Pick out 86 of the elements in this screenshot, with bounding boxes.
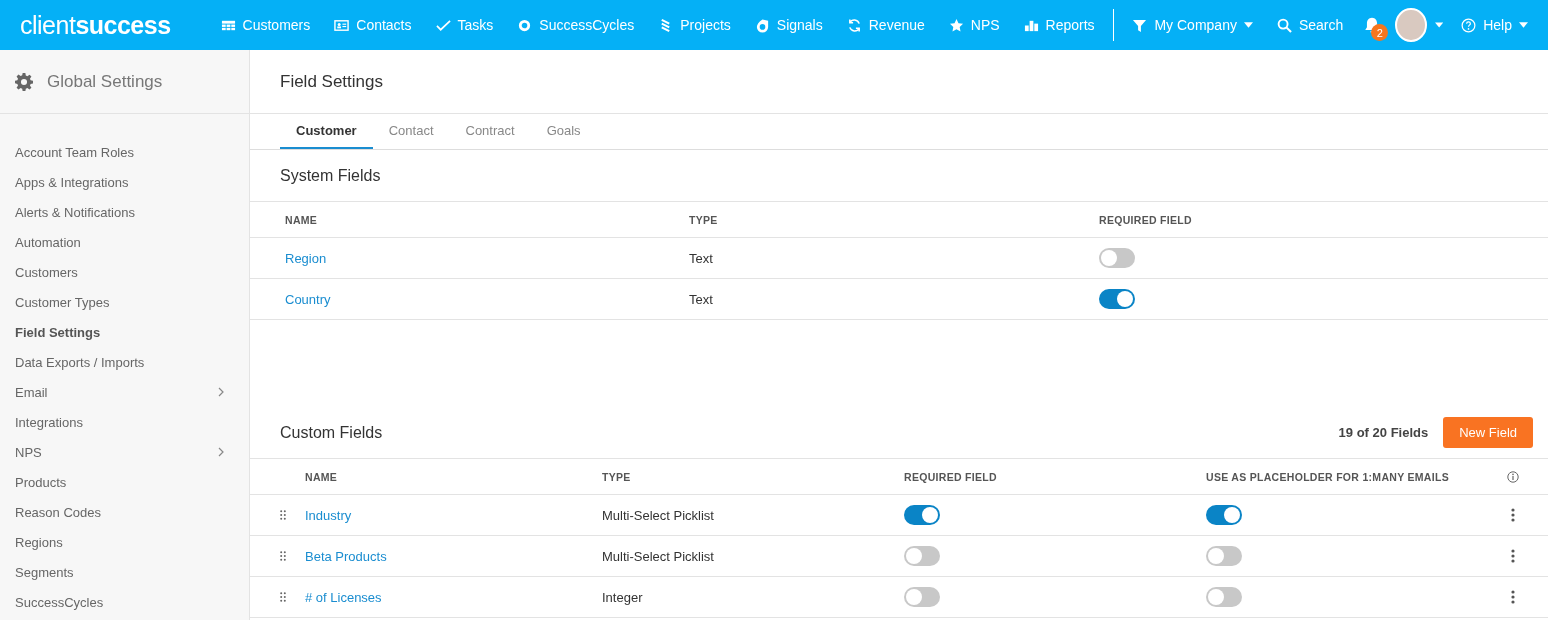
info-icon[interactable] — [1507, 470, 1519, 483]
field-type: Multi-Select Picklist — [602, 548, 715, 564]
field-name-link[interactable]: Country — [285, 291, 689, 307]
star-icon — [948, 17, 964, 33]
nav-link[interactable]: Contacts — [322, 17, 424, 33]
sidebar-item[interactable]: Segments — [0, 557, 249, 587]
help-menu[interactable]: Help — [1449, 17, 1528, 33]
tab[interactable]: Goals — [530, 114, 597, 149]
column-header: TYPE — [689, 213, 719, 226]
required-toggle[interactable] — [904, 505, 940, 525]
sidebar-item[interactable]: Regions — [0, 527, 249, 557]
gear-icon — [15, 72, 33, 91]
field-type: Text — [689, 250, 714, 266]
sidebar-title: Global Settings — [47, 71, 163, 92]
column-header: USE AS PLACEHOLDER FOR 1:MANY EMAILS — [1206, 470, 1450, 483]
filter-icon — [1132, 17, 1148, 33]
search-icon — [1276, 17, 1292, 33]
nav-link[interactable]: Revenue — [834, 17, 937, 33]
section-title: System Fields — [250, 150, 1548, 202]
field-type: Multi-Select Picklist — [602, 507, 715, 523]
sidebar-item[interactable]: NPS — [0, 437, 249, 467]
placeholder-toggle[interactable] — [1206, 505, 1242, 525]
ring-icon — [517, 17, 533, 33]
contact-card-icon — [334, 17, 350, 33]
drop-icon — [754, 17, 770, 33]
avatar-circle[interactable] — [1395, 8, 1427, 42]
sidebar-item[interactable]: SuccessCycles — [0, 587, 249, 617]
caret-icon — [1519, 22, 1528, 28]
sidebar-item[interactable]: Integrations — [0, 407, 249, 437]
column-header: TYPE — [602, 470, 632, 483]
drag-handle-icon[interactable] — [280, 510, 286, 520]
more-options-icon[interactable] — [1511, 508, 1515, 522]
field-name-link[interactable]: Beta Products — [305, 548, 602, 564]
refresh-icon — [846, 17, 862, 33]
page-title: Field Settings — [250, 50, 1548, 114]
placeholder-toggle[interactable] — [1206, 546, 1242, 566]
required-toggle[interactable] — [1099, 248, 1135, 268]
required-toggle[interactable] — [904, 587, 940, 607]
more-options-icon[interactable] — [1511, 549, 1515, 563]
nav-link[interactable]: Reports — [1011, 17, 1107, 33]
sidebar-item[interactable]: Customers — [0, 257, 249, 287]
caret-icon[interactable] — [1434, 22, 1444, 28]
drag-handle-icon[interactable] — [280, 551, 286, 561]
required-toggle[interactable] — [1099, 289, 1135, 309]
drag-handle-icon[interactable] — [280, 592, 286, 602]
caret-icon — [1243, 22, 1253, 28]
section-title: Custom Fields — [280, 423, 384, 442]
more-options-icon[interactable] — [1511, 590, 1515, 604]
placeholder-toggle[interactable] — [1206, 587, 1242, 607]
sidebar-item[interactable]: Apps & Integrations — [0, 167, 249, 197]
required-toggle[interactable] — [904, 546, 940, 566]
checkmark-icon — [435, 17, 451, 33]
tab[interactable]: Customer — [280, 114, 373, 149]
sidebar-item[interactable]: Account Team Roles — [0, 137, 249, 167]
nav-link[interactable]: Projects — [646, 17, 743, 33]
tab[interactable]: Contract — [449, 114, 531, 149]
tab[interactable]: Contact — [372, 114, 450, 149]
column-header: REQUIRED FIELD — [1099, 213, 1193, 226]
sidebar-item[interactable]: Reason Codes — [0, 497, 249, 527]
nav-link[interactable]: Customers — [208, 17, 323, 33]
nav-link[interactable]: SuccessCycles — [505, 17, 647, 33]
sidebar-item[interactable]: Field Settings — [0, 317, 249, 347]
field-name-link[interactable]: Region — [285, 250, 689, 266]
sidebar-item[interactable]: Automation — [0, 227, 249, 257]
column-header: NAME — [305, 470, 339, 483]
field-count: 19 of 20 Fields — [1338, 425, 1429, 440]
field-type: Integer — [602, 589, 644, 605]
nav-link[interactable]: NPS — [936, 17, 1012, 33]
notification-badge: 2 — [1371, 24, 1389, 41]
sidebar-item[interactable]: Alerts & Notifications — [0, 197, 249, 227]
sidebar-item[interactable]: Customer Types — [0, 287, 249, 317]
field-name-link[interactable]: Industry — [305, 507, 602, 523]
sidebar-item[interactable]: Products — [0, 467, 249, 497]
column-header: REQUIRED FIELD — [904, 470, 998, 483]
sidebar-item[interactable]: Email — [0, 377, 249, 407]
column-header: NAME — [285, 213, 319, 226]
field-name-link[interactable]: # of Licenses — [305, 589, 602, 605]
field-type: Text — [689, 291, 714, 307]
new-field-button[interactable]: New Field — [1443, 417, 1533, 448]
help-icon — [1461, 17, 1477, 33]
logo[interactable]: clientsuccess — [20, 10, 171, 40]
nav-link[interactable]: Signals — [742, 17, 835, 33]
sidebar-item[interactable]: Data Exports / Imports — [0, 347, 249, 377]
search-link[interactable]: Search — [1264, 17, 1356, 33]
nav-link[interactable]: Tasks — [423, 17, 506, 33]
company-filter-dropdown[interactable]: My Company — [1120, 17, 1265, 33]
